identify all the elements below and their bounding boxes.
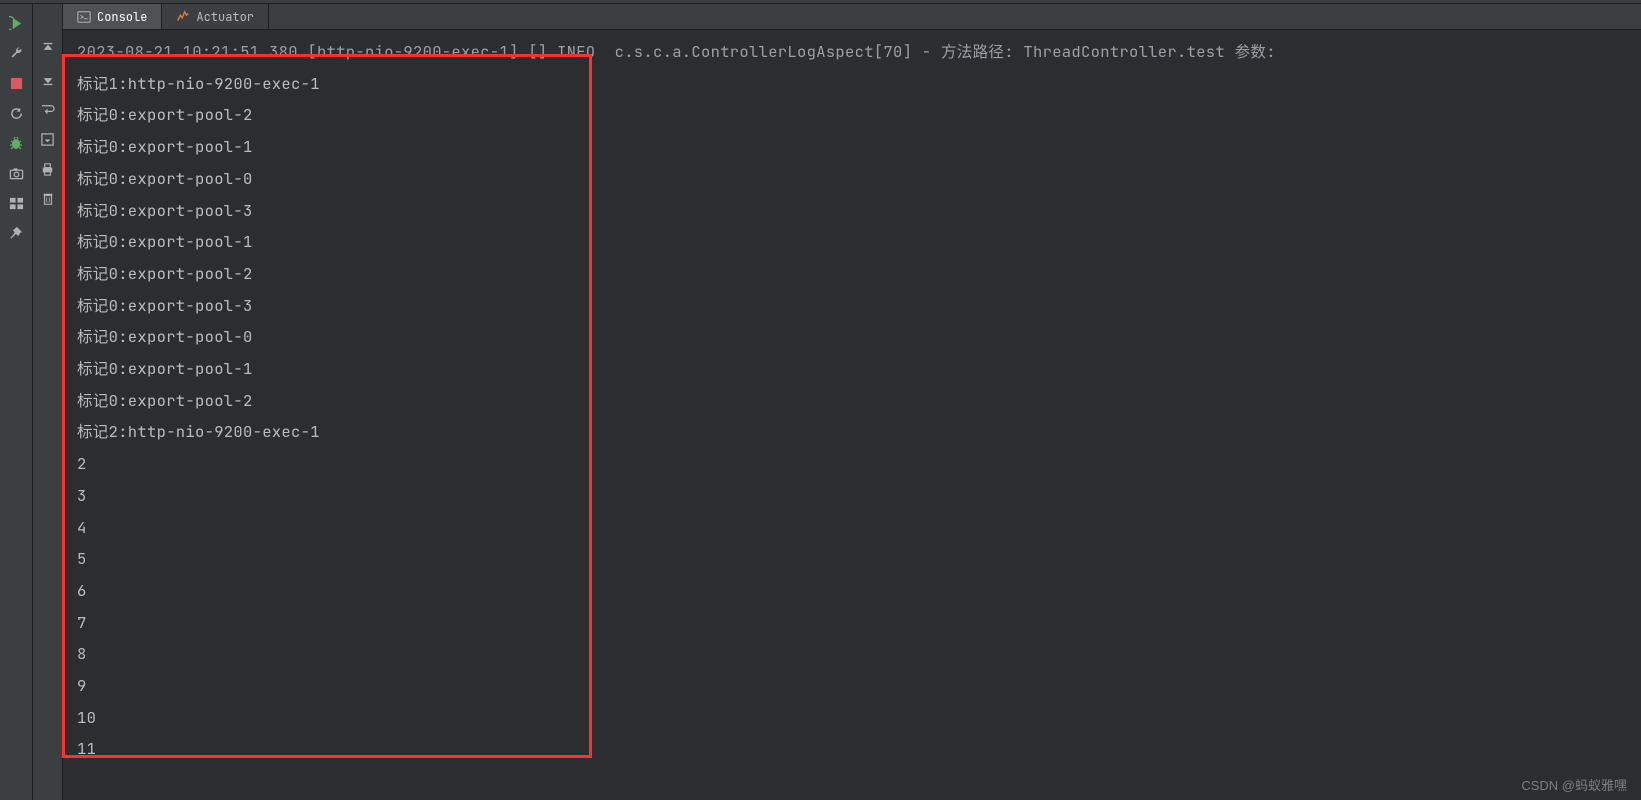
log-line: 标记0:export-pool-1 (77, 131, 1631, 163)
log-line: 11 (77, 733, 1631, 765)
log-line: 4 (77, 512, 1631, 544)
log-line: 标记0:export-pool-0 (77, 163, 1631, 195)
console-output[interactable]: 2023-08-21 10:21:51.380 [http-nio-9200-e… (63, 30, 1641, 800)
left-gutter-toolbar (0, 4, 33, 800)
log-line: 6 (77, 575, 1631, 607)
log-line: 标记0:export-pool-2 (77, 99, 1631, 131)
camera-icon[interactable] (7, 164, 25, 182)
bug-icon[interactable] (7, 134, 25, 152)
tab-bar: Console Actuator (63, 4, 1641, 30)
soft-wrap-icon[interactable] (39, 100, 57, 118)
log-line: 标记1:http-nio-9200-exec-1 (77, 68, 1631, 100)
scroll-to-end-icon[interactable] (39, 130, 57, 148)
log-line: 8 (77, 638, 1631, 670)
log-line: 标记0:export-pool-3 (77, 195, 1631, 227)
scroll-down-icon[interactable] (39, 70, 57, 88)
log-line: 标记0:export-pool-2 (77, 258, 1631, 290)
log-line: 标记2:http-nio-9200-exec-1 (77, 416, 1631, 448)
stop-icon[interactable] (7, 74, 25, 92)
tab-actuator[interactable]: Actuator (162, 4, 269, 29)
clear-icon[interactable] (39, 190, 57, 208)
log-line: 标记0:export-pool-0 (77, 321, 1631, 353)
log-line: 9 (77, 670, 1631, 702)
layout-icon[interactable] (7, 194, 25, 212)
content-area: Console Actuator 2023-08-21 10:21:51.380… (63, 4, 1641, 800)
watermark: CSDN @蚂蚁雅嘿 (1521, 775, 1627, 794)
log-header-line: 2023-08-21 10:21:51.380 [http-nio-9200-e… (77, 36, 1631, 68)
scroll-up-icon[interactable] (39, 40, 57, 58)
tab-console-label: Console (97, 9, 147, 25)
pin-icon[interactable] (7, 224, 25, 242)
terminal-icon (77, 10, 91, 24)
log-line: 5 (77, 543, 1631, 575)
log-line: 标记0:export-pool-3 (77, 290, 1631, 322)
rerun-icon[interactable] (7, 14, 25, 32)
log-line: 标记0:export-pool-2 (77, 385, 1631, 417)
log-line: 标记0:export-pool-1 (77, 226, 1631, 258)
log-line: 标记0:export-pool-1 (77, 353, 1631, 385)
wrench-icon[interactable] (7, 44, 25, 62)
main-layout: Console Actuator 2023-08-21 10:21:51.380… (0, 4, 1641, 800)
log-line: 7 (77, 607, 1631, 639)
print-icon[interactable] (39, 160, 57, 178)
console-actions-toolbar (33, 4, 63, 800)
actuator-icon (176, 10, 190, 24)
tab-console[interactable]: Console (63, 4, 162, 29)
log-lines: 标记1:http-nio-9200-exec-1标记0:export-pool-… (77, 68, 1631, 765)
log-line: 2 (77, 448, 1631, 480)
log-line: 3 (77, 480, 1631, 512)
tab-actuator-label: Actuator (196, 9, 254, 25)
restart-icon[interactable] (7, 104, 25, 122)
log-line: 10 (77, 702, 1631, 734)
